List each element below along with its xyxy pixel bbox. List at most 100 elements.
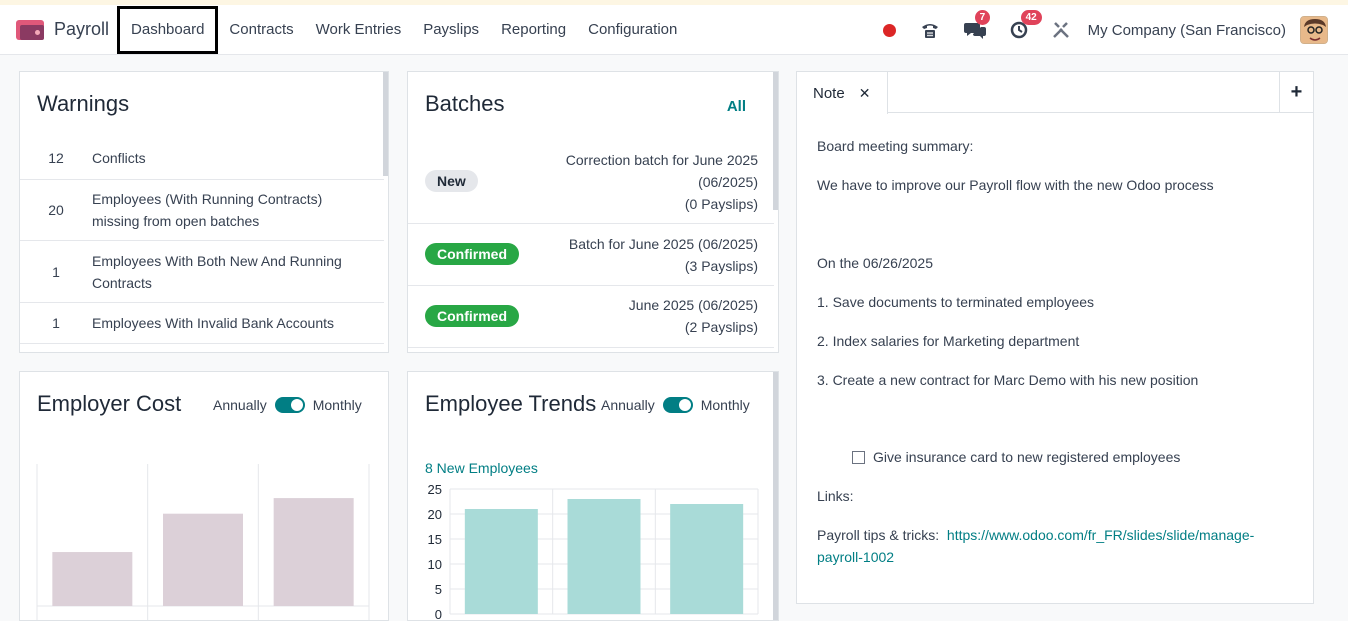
toggle-switch[interactable] bbox=[662, 397, 693, 413]
warnings-title: Warnings bbox=[37, 91, 130, 116]
employer-cost-title: Employer Cost bbox=[37, 391, 182, 416]
activities-button[interactable]: 42 bbox=[1010, 10, 1042, 39]
user-avatar[interactable] bbox=[1300, 16, 1328, 44]
batch-payslip-count: (3 Payslips) bbox=[684, 258, 758, 274]
cost-bar bbox=[52, 552, 133, 606]
note-tab-label: Note bbox=[813, 84, 845, 102]
batches-card: Batches All New Correction batch for Jun… bbox=[407, 71, 779, 353]
payroll-app-icon bbox=[16, 19, 44, 40]
employee-trends-chart: 0 5 10 15 20 25 bbox=[428, 482, 759, 620]
y-tick-label: 5 bbox=[435, 582, 442, 597]
messages-button[interactable]: 7 bbox=[963, 10, 991, 39]
warning-label: Conflicts bbox=[92, 150, 146, 166]
employer-cost-period-toggle[interactable]: Annually Monthly bbox=[213, 397, 362, 413]
warnings-card: Warnings 12 Conflicts 20 Employees (With… bbox=[19, 71, 389, 353]
menu-dashboard[interactable]: Dashboard bbox=[117, 5, 219, 54]
note-tabs: Note ✕ + bbox=[797, 72, 1313, 114]
employer-cost-chart bbox=[36, 464, 370, 620]
main-navbar: Payroll Dashboard Contracts Work Entries… bbox=[0, 5, 1348, 55]
batch-name: Batch for June 2025 (06/2025) bbox=[568, 236, 758, 252]
menu-reporting[interactable]: Reporting bbox=[490, 5, 577, 54]
toggle-switch[interactable] bbox=[274, 397, 305, 413]
note-tab[interactable]: Note ✕ bbox=[797, 72, 888, 114]
recording-indicator[interactable] bbox=[882, 23, 896, 37]
new-employees-link[interactable]: 8 New Employees bbox=[425, 460, 538, 476]
warning-row[interactable]: 20 Employees (With Running Contracts) mi… bbox=[20, 180, 384, 241]
batch-state-badge: Confirmed bbox=[425, 305, 519, 327]
warning-count: 12 bbox=[48, 150, 64, 166]
note-text-line[interactable]: We have to improve our Payroll flow with… bbox=[817, 174, 1214, 196]
y-tick-label: 20 bbox=[428, 507, 442, 522]
y-tick-label: 10 bbox=[428, 557, 442, 572]
trends-scrollbar[interactable] bbox=[773, 372, 778, 620]
batches-all-link[interactable]: All bbox=[727, 98, 746, 115]
checklist-checkbox[interactable] bbox=[852, 451, 865, 464]
activities-count-badge: 42 bbox=[1020, 10, 1042, 25]
warning-label: Employees With Both New And Running Cont… bbox=[92, 252, 342, 291]
add-note-button[interactable]: + bbox=[1279, 72, 1313, 113]
plus-icon: + bbox=[1290, 81, 1303, 103]
note-text-line[interactable]: 1. Save documents to terminated employee… bbox=[817, 291, 1094, 313]
batch-name: June 2025 (06/2025) bbox=[628, 297, 758, 313]
employee-trends-card: Employee Trends Annually Monthly 8 New E… bbox=[407, 371, 779, 621]
debug-tools-button[interactable] bbox=[1052, 21, 1070, 39]
batch-name: Correction batch for June 2025 bbox=[565, 152, 758, 168]
checklist-label: Give insurance card to new registered em… bbox=[873, 449, 1181, 465]
messages-count-badge: 7 bbox=[974, 10, 991, 25]
note-card: Note ✕ + Board meeting summary: We have … bbox=[796, 71, 1314, 604]
tips-label: Payroll tips & tricks: bbox=[817, 527, 940, 543]
warning-row[interactable]: 1 Employees With Both New And Running Co… bbox=[20, 241, 384, 303]
phone-icon bbox=[921, 24, 938, 38]
batch-row[interactable]: New Correction batch for June 2025 (06/2… bbox=[408, 146, 774, 224]
warning-label: Employees With Invalid Bank Accounts bbox=[92, 315, 335, 331]
app-brand[interactable]: Payroll bbox=[16, 5, 109, 54]
employer-cost-card: Employer Cost Annually Monthly bbox=[19, 371, 389, 621]
phone-button[interactable] bbox=[920, 21, 940, 39]
tips-link[interactable]: https://www.odoo.com/fr_FR/slides/slide/… bbox=[947, 527, 1254, 543]
close-icon[interactable]: ✕ bbox=[859, 85, 871, 102]
toggle-monthly-label: Monthly bbox=[312, 397, 362, 413]
trend-bar bbox=[670, 504, 744, 614]
note-text-line[interactable]: 3. Create a new contract for Marc Demo w… bbox=[817, 369, 1198, 391]
warning-count: 1 bbox=[52, 315, 60, 331]
toggle-annually-label: Annually bbox=[213, 397, 267, 413]
warnings-list: 12 Conflicts 20 Employees (With Running … bbox=[20, 137, 384, 344]
batch-period: (06/2025) bbox=[698, 174, 758, 190]
systray: 7 42 My Company (San Francisco) bbox=[871, 5, 1348, 55]
tips-link-continued[interactable]: payroll-1002 bbox=[817, 549, 894, 565]
y-tick-label: 15 bbox=[428, 532, 442, 547]
note-tips-line: Payroll tips & tricks: https://www.odoo.… bbox=[817, 524, 1297, 568]
warning-row[interactable]: 1 Employees With Invalid Bank Accounts bbox=[20, 303, 384, 344]
menu-work-entries[interactable]: Work Entries bbox=[305, 5, 413, 54]
y-tick-label: 25 bbox=[428, 482, 442, 497]
batches-scrollbar[interactable] bbox=[773, 72, 778, 210]
menu-payslips[interactable]: Payslips bbox=[412, 5, 490, 54]
employee-trends-period-toggle[interactable]: Annually Monthly bbox=[601, 397, 750, 413]
menu-contracts[interactable]: Contracts bbox=[218, 5, 304, 54]
batch-description: June 2025 (06/2025) (2 Payslips) bbox=[629, 294, 758, 338]
tools-icon bbox=[1052, 22, 1069, 38]
batch-description: Correction batch for June 2025 (06/2025)… bbox=[566, 149, 758, 215]
batch-description: Batch for June 2025 (06/2025) (3 Payslip… bbox=[569, 233, 758, 277]
batch-row[interactable]: Confirmed Batch for June 2025 (06/2025) … bbox=[408, 224, 774, 286]
cost-bar bbox=[273, 498, 354, 606]
menu-configuration[interactable]: Configuration bbox=[577, 5, 688, 54]
warning-count: 1 bbox=[52, 263, 60, 280]
company-switcher[interactable]: My Company (San Francisco) bbox=[1088, 22, 1286, 39]
note-text-line[interactable]: On the 06/26/2025 bbox=[817, 252, 933, 274]
toggle-monthly-label: Monthly bbox=[700, 397, 750, 413]
batch-payslip-count: (2 Payslips) bbox=[684, 319, 758, 335]
cost-bar bbox=[163, 513, 243, 606]
trend-bar bbox=[464, 509, 538, 614]
batches-title: Batches bbox=[425, 91, 505, 116]
warning-count: 20 bbox=[48, 202, 64, 218]
note-text-line[interactable]: 2. Index salaries for Marketing departme… bbox=[817, 330, 1079, 352]
avatar-face-icon bbox=[1301, 17, 1327, 43]
batch-state-badge: New bbox=[425, 170, 478, 192]
batch-row[interactable]: Confirmed June 2025 (06/2025) (2 Payslip… bbox=[408, 286, 774, 348]
warnings-scrollbar[interactable] bbox=[383, 72, 388, 176]
warning-label: Employees (With Running Contracts) missi… bbox=[92, 191, 323, 229]
warning-row[interactable]: 12 Conflicts bbox=[20, 137, 384, 180]
note-text-line[interactable]: Board meeting summary: bbox=[817, 135, 973, 157]
note-checklist-item[interactable]: Give insurance card to new registered em… bbox=[852, 446, 1180, 468]
